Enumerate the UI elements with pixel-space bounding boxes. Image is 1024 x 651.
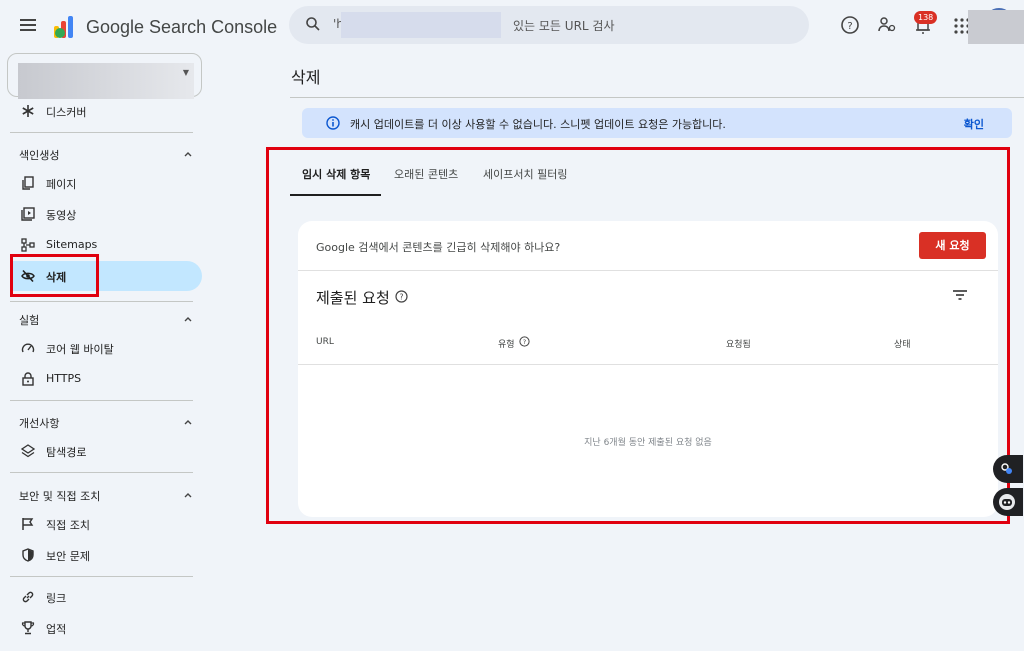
sidebar-item-label: 페이지 — [46, 178, 77, 191]
svg-text:?: ? — [847, 21, 852, 32]
top-bar: Google Search Console 'h 있는 모든 URL 검사 ? … — [0, 0, 1024, 52]
sidebar-item-security-issues[interactable]: 보안 문제 — [10, 540, 202, 570]
sidebar-item-label: 탐색경로 — [46, 446, 87, 459]
page-title: 삭제 — [291, 68, 321, 87]
flag-icon — [22, 518, 34, 530]
sidebar-item-core-web-vitals[interactable]: 코어 웹 바이탈 — [10, 333, 202, 363]
divider — [10, 400, 193, 401]
pages-icon — [22, 176, 34, 190]
shield-icon — [22, 548, 34, 562]
section-heading-security: 보안 및 직접 조치 — [19, 490, 101, 503]
sidebar-item-achievements[interactable]: 업적 — [10, 613, 202, 643]
sidebar-item-label: 링크 — [46, 592, 67, 605]
url-inspect-search[interactable]: 'h 있는 모든 URL 검사 — [289, 6, 809, 44]
chevron-up-icon[interactable] — [183, 417, 193, 427]
banner-confirm-button[interactable]: 확인 — [964, 116, 984, 132]
search-placeholder: 있는 모든 URL 검사 — [513, 19, 615, 33]
sidebar-item-pages[interactable]: 페이지 — [10, 168, 202, 198]
chevron-up-icon[interactable] — [183, 149, 193, 159]
sidebar-item-label: HTTPS — [46, 372, 82, 385]
layers-icon — [21, 444, 35, 458]
sidebar-item-label: 동영상 — [46, 209, 77, 222]
sidebar: ▼ 디스커버 색인생성 페이지 동영상 Sitemaps 삭제 실험 코어 웹 … — [0, 52, 210, 651]
divider — [10, 472, 193, 473]
sidebar-item-https[interactable]: HTTPS — [10, 364, 202, 394]
info-icon — [326, 116, 340, 130]
sidebar-item-label: 디스커버 — [46, 106, 87, 119]
notification-count-badge: 138 — [914, 11, 938, 24]
hamburger-menu-icon[interactable] — [18, 16, 38, 36]
highlight-box-content — [266, 147, 1010, 524]
divider — [10, 301, 193, 302]
divider — [10, 576, 193, 577]
section-heading-experience: 실험 — [19, 314, 40, 327]
sitemap-icon — [21, 238, 35, 252]
chevron-up-icon[interactable] — [183, 490, 193, 500]
redacted-avatar — [968, 10, 1024, 44]
trophy-icon — [21, 621, 35, 635]
search-console-logo-icon — [54, 16, 73, 38]
search-icon — [306, 17, 320, 31]
section-heading-enhancements: 개선사항 — [19, 417, 60, 430]
sidebar-item-links[interactable]: 링크 — [10, 582, 202, 612]
divider — [290, 97, 1024, 98]
chevron-down-icon: ▼ — [182, 68, 189, 77]
sidebar-item-label: 업적 — [46, 623, 67, 636]
app-logo[interactable]: Google Search Console — [52, 14, 277, 40]
section-heading-indexing: 색인생성 — [19, 149, 60, 162]
video-icon — [21, 207, 35, 221]
assistant-icon — [1001, 463, 1012, 474]
sidebar-item-label: 보안 문제 — [46, 550, 90, 563]
sidebar-item-label: 코어 웹 바이탈 — [46, 343, 114, 356]
redacted-property-url — [341, 12, 501, 38]
chevron-up-icon[interactable] — [183, 314, 193, 324]
sidebar-item-label: Sitemaps — [46, 238, 98, 251]
app-name: Google Search Console — [86, 16, 278, 37]
help-icon[interactable]: ? — [839, 14, 861, 36]
manage-users-icon[interactable] — [876, 14, 898, 36]
sidebar-item-manual-actions[interactable]: 직접 조치 — [10, 509, 202, 539]
sidebar-item-breadcrumbs[interactable]: 탐색경로 — [10, 436, 202, 466]
chat-bot-icon — [999, 494, 1015, 510]
sidebar-item-videos[interactable]: 동영상 — [10, 199, 202, 229]
floating-chat-button[interactable] — [993, 488, 1023, 516]
banner-message: 캐시 업데이트를 더 이상 사용할 수 없습니다. 스니펫 업데이트 요청은 가… — [350, 118, 726, 131]
divider — [10, 132, 193, 133]
floating-assistant-button[interactable] — [993, 455, 1023, 483]
asterisk-icon — [22, 105, 34, 117]
sidebar-item-discover[interactable]: 디스커버 — [10, 96, 202, 126]
property-selector[interactable]: ▼ — [7, 53, 202, 99]
speedometer-icon — [21, 343, 35, 353]
highlight-box-removals — [10, 254, 99, 297]
info-banner: 캐시 업데이트를 더 이상 사용할 수 없습니다. 스니펫 업데이트 요청은 가… — [302, 108, 1012, 138]
redacted-property-name — [18, 63, 194, 99]
lock-icon — [22, 372, 34, 386]
sidebar-item-label: 직접 조치 — [46, 519, 90, 532]
link-icon — [22, 591, 34, 603]
